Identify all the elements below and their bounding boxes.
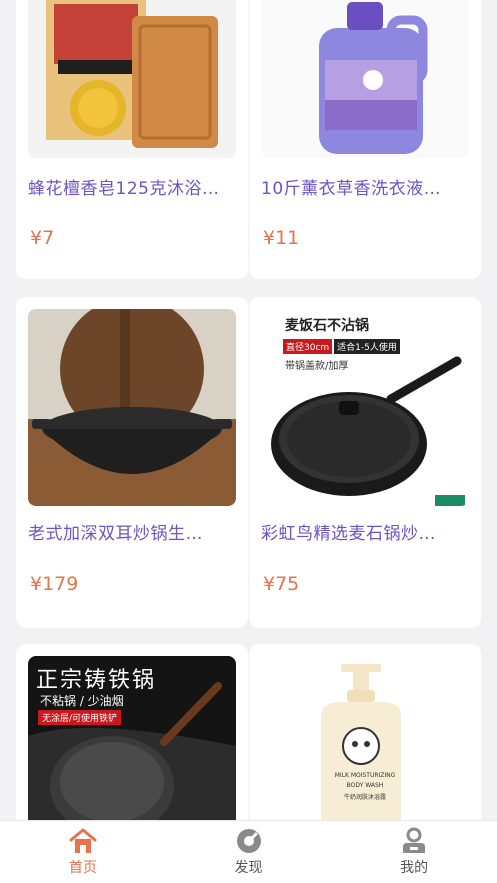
- product-title[interactable]: 蜂花檀香皂125克沐浴…: [28, 174, 238, 199]
- product-image-soap[interactable]: [28, 0, 236, 158]
- product-image-detergent[interactable]: [261, 0, 469, 158]
- product-image-wok[interactable]: [28, 309, 236, 506]
- bodywash-label-en2: BODY WASH: [346, 782, 384, 789]
- user-icon: [403, 827, 426, 853]
- product-card[interactable]: 10斤薰衣草香洗衣液… ¥11: [249, 0, 481, 279]
- tab-mine[interactable]: 我的: [331, 821, 497, 883]
- product-image-bodywash[interactable]: MILK MOISTURIZING BODY WASH 牛奶润肤沐浴露: [261, 656, 469, 820]
- product-feed[interactable]: 蜂花檀香皂125克沐浴… ¥7 10斤薰衣草香洗衣液… ¥11 老式加深双耳炒锅…: [0, 0, 497, 820]
- bodywash-label-en1: MILK MOISTURIZING: [334, 772, 396, 779]
- product-title[interactable]: 彩虹鸟精选麦石锅炒…: [261, 519, 471, 544]
- product-card[interactable]: 麦饭石不沾锅 直径30cm 适合1-5人使用 带锅盖款/加厚 彩虹鸟精选麦石锅炒…: [249, 297, 481, 628]
- tab-discover-label: 发现: [234, 860, 263, 876]
- product-title[interactable]: 10斤薰衣草香洗衣液…: [261, 174, 471, 199]
- compass-icon: [236, 829, 261, 853]
- home-icon: [69, 828, 97, 853]
- bottom-tab-bar: 首页 发现 我的: [0, 820, 497, 883]
- product-price: ¥11: [263, 227, 300, 249]
- tab-mine-label: 我的: [400, 860, 429, 876]
- product-card[interactable]: 老式加深双耳炒锅生… ¥179: [16, 297, 248, 628]
- product-card[interactable]: MILK MOISTURIZING BODY WASH 牛奶润肤沐浴露: [249, 644, 481, 820]
- product-title[interactable]: 老式加深双耳炒锅生…: [28, 519, 238, 544]
- product-image-castiron[interactable]: 正宗铸铁锅 不粘锅 / 少油烟 无涂层/可使用铁铲: [28, 656, 236, 820]
- bodywash-label-cn: 牛奶润肤沐浴露: [343, 794, 386, 801]
- product-price: ¥7: [30, 227, 55, 249]
- product-price: ¥75: [263, 573, 300, 595]
- product-image-pan[interactable]: 麦饭石不沾锅 直径30cm 适合1-5人使用 带锅盖款/加厚: [261, 309, 469, 506]
- product-card[interactable]: 蜂花檀香皂125克沐浴… ¥7: [16, 0, 248, 279]
- tab-home[interactable]: 首页: [0, 821, 166, 883]
- product-card[interactable]: 正宗铸铁锅 不粘锅 / 少油烟 无涂层/可使用铁铲: [16, 644, 248, 820]
- product-price: ¥179: [30, 573, 79, 595]
- tab-home-label: 首页: [68, 860, 97, 876]
- tab-discover[interactable]: 发现: [166, 821, 332, 883]
